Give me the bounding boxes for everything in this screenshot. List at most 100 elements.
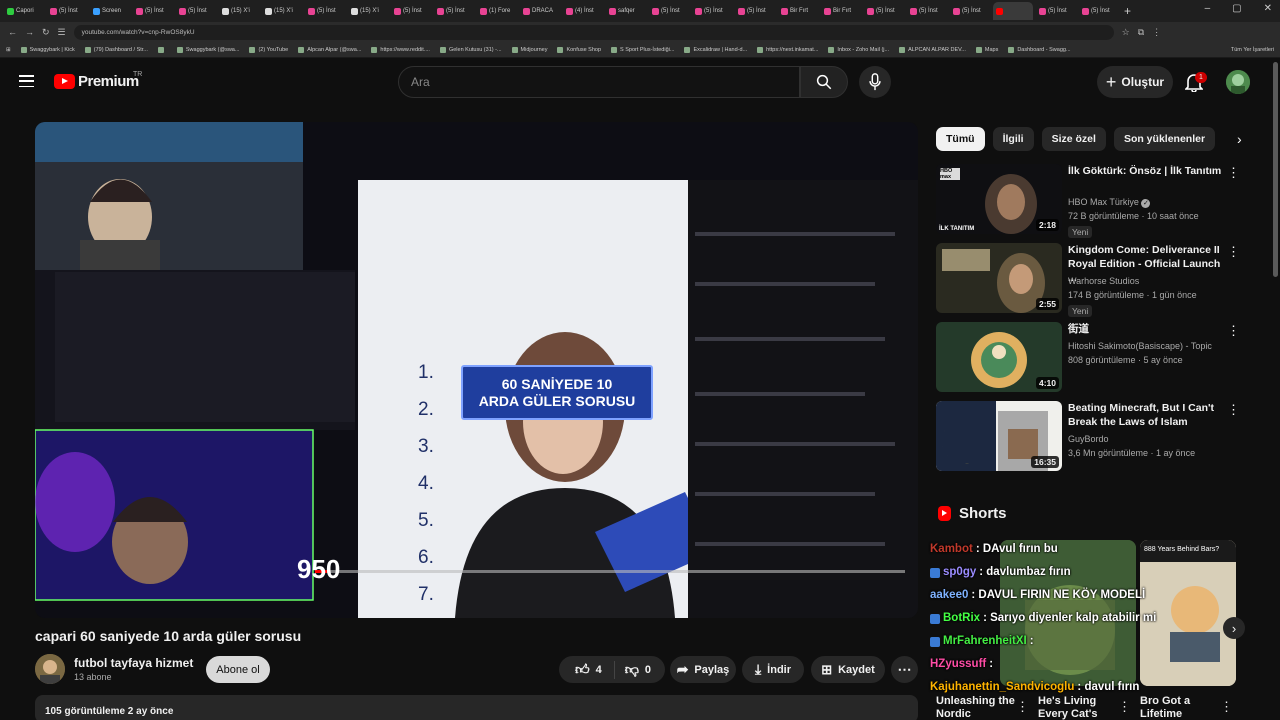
channel-avatar[interactable]: [35, 654, 65, 684]
short-title-2[interactable]: He's Living Every Cat's: [1038, 695, 1128, 720]
bookmark-item[interactable]: Swaggybark | Kick: [20, 46, 75, 53]
video-thumbnail[interactable]: 4:10: [936, 322, 1062, 392]
bookmark-item[interactable]: Dashboard - Swagg...: [1008, 46, 1071, 53]
channel-name[interactable]: futbol tayfaya hizmet: [74, 656, 193, 670]
close-icon[interactable]: ✕: [1264, 3, 1272, 14]
short-kebab-icon[interactable]: ⋮: [1220, 699, 1233, 715]
extensions-icon[interactable]: ⧉: [1138, 27, 1144, 38]
recommended-video[interactable]: 16:35 Beating Minecraft, But I Can't Brea…: [936, 401, 1240, 471]
browser-tab[interactable]: Screen: [90, 2, 130, 20]
browser-tab[interactable]: (5) İnst: [950, 2, 990, 20]
bookmark-item[interactable]: Excalidraw | Hand-d...: [684, 46, 747, 53]
video-thumbnail[interactable]: HBO max İLK TANITIM 2:18: [936, 164, 1062, 234]
bookmark-item[interactable]: S Sport Plus-İstediği...: [611, 46, 674, 53]
more-vert-icon[interactable]: ⋮: [1227, 324, 1240, 337]
share-button[interactable]: ➦ Paylaş: [670, 656, 736, 683]
bookmark-item[interactable]: (2) YouTube: [249, 46, 288, 53]
bookmark-item[interactable]: ALPCAN ALPAR DEV...: [899, 46, 966, 53]
browser-tab[interactable]: (15) X'i: [348, 2, 388, 20]
browser-tab[interactable]: safqer: [606, 2, 646, 20]
short-kebab-icon[interactable]: ⋮: [1118, 699, 1131, 715]
browser-tab[interactable]: (5) İnst: [864, 2, 904, 20]
filter-chip[interactable]: Tümü: [936, 127, 985, 151]
browser-tab[interactable]: (15) X'i: [262, 2, 302, 20]
create-button[interactable]: + Oluştur: [1097, 66, 1173, 98]
description-box[interactable]: 105 görüntüleme 2 ay önce: [35, 695, 918, 720]
new-tab-button[interactable]: +: [1124, 4, 1131, 18]
back-icon[interactable]: ←: [8, 27, 17, 37]
more-vert-icon[interactable]: ⋮: [1227, 166, 1240, 179]
dislike-button[interactable]: 👎︎ 0: [615, 661, 661, 678]
reload-icon[interactable]: ↻: [42, 27, 50, 38]
bookmark-item[interactable]: (79) Dashboard / Str...: [84, 46, 148, 53]
bookmark-item[interactable]: Gelen Kutusu (31) -...: [439, 46, 502, 53]
video-player[interactable]: 950 60 SANİYEDE 10 ARDA GÜLER SORUSU 1. 2…: [35, 122, 918, 618]
shorts-next-button[interactable]: ›: [1223, 617, 1245, 639]
browser-tab[interactable]: Bir Fırt: [778, 2, 818, 20]
download-button[interactable]: ⤓ İndir: [742, 656, 804, 683]
short-title-1[interactable]: Unleashing the Nordic: [936, 695, 1026, 720]
youtube-logo[interactable]: Premium TR: [54, 71, 142, 90]
page-scrollbar[interactable]: [1273, 62, 1278, 277]
short-title-3[interactable]: Bro Got a Lifetime: [1140, 695, 1230, 720]
hamburger-menu-icon[interactable]: [19, 75, 34, 87]
browser-tab[interactable]: (5) İnst: [649, 2, 689, 20]
browser-tab[interactable]: (1) Fore: [477, 2, 517, 20]
browser-tab[interactable]: Bir Fırt: [821, 2, 861, 20]
apps-icon[interactable]: ⊞: [6, 47, 11, 53]
forward-icon[interactable]: →: [25, 27, 34, 37]
voice-search-button[interactable]: [859, 66, 891, 98]
bookmark-item[interactable]: Inbox - Zoho Mail (j...: [828, 46, 889, 53]
browser-tab[interactable]: (5) İnst: [176, 2, 216, 20]
menu-icon[interactable]: ⋮: [1152, 27, 1161, 38]
video-thumbnail[interactable]: 2:55: [936, 243, 1062, 313]
browser-tab[interactable]: (4) İnst: [563, 2, 603, 20]
browser-tab[interactable]: (5) İnst: [305, 2, 345, 20]
filter-chip[interactable]: Son yüklenenler: [1113, 127, 1216, 151]
more-actions-button[interactable]: ⋯: [891, 656, 918, 683]
browser-tab[interactable]: (5) İnst: [907, 2, 947, 20]
browser-tab[interactable]: (5) İnst: [735, 2, 775, 20]
search-button[interactable]: [800, 66, 848, 98]
browser-tab[interactable]: [993, 2, 1033, 20]
bookmark-item[interactable]: Maps: [975, 46, 998, 53]
recommended-video[interactable]: 2:55 Kingdom Come: Deliverance II Royal E…: [936, 243, 1240, 317]
bookmark-item[interactable]: Swaggybark (@swa...: [176, 46, 239, 53]
more-vert-icon[interactable]: ⋮: [1227, 403, 1240, 416]
recommended-video[interactable]: 4:10 街道 Hitoshi Sakimoto(Basiscape) - Topi…: [936, 322, 1240, 392]
bookmark-item[interactable]: Konfuse Shop: [557, 46, 601, 53]
recommended-video[interactable]: HBO max İLK TANITIM 2:18 İlk Göktürk: Önsöz…: [936, 164, 1240, 238]
browser-tab[interactable]: (15) X'i: [219, 2, 259, 20]
more-vert-icon[interactable]: ⋮: [1227, 245, 1240, 258]
bookmark-item[interactable]: Midjourney: [511, 46, 547, 53]
browser-tab[interactable]: (5) İnst: [391, 2, 431, 20]
bookmark-item[interactable]: Alpcan Alpar (@swa...: [298, 46, 361, 53]
browser-tab[interactable]: (5) İnst: [133, 2, 173, 20]
bookmark-item[interactable]: [157, 46, 167, 53]
minimize-icon[interactable]: –: [1205, 3, 1211, 14]
browser-tab[interactable]: (5) İnst: [1079, 2, 1119, 20]
search-input[interactable]: Ara: [398, 66, 800, 98]
all-bookmarks-link[interactable]: Tüm Yer İşaretleri: [1231, 47, 1274, 53]
filter-chip[interactable]: Size özel: [1041, 127, 1106, 151]
bookmark-item[interactable]: https://www.reddit....: [371, 46, 430, 53]
url-field[interactable]: youtube.com/watch?v=cnp-RwOS8ykU: [73, 24, 1114, 40]
short-kebab-icon[interactable]: ⋮: [1016, 699, 1029, 715]
subscribe-button[interactable]: Abone ol: [206, 656, 270, 683]
video-thumbnail[interactable]: 16:35: [936, 401, 1062, 471]
browser-tab[interactable]: (5) İnst: [1036, 2, 1076, 20]
like-button[interactable]: 👍︎ 4: [563, 660, 615, 679]
browser-tab[interactable]: Capori: [4, 2, 44, 20]
chips-next-icon[interactable]: ›: [1237, 131, 1242, 147]
save-button[interactable]: ⊞ Kaydet: [811, 656, 885, 683]
browser-tab[interactable]: (5) İnst: [692, 2, 732, 20]
browser-tab[interactable]: DRACA: [520, 2, 560, 20]
maximize-icon[interactable]: ▢: [1232, 3, 1241, 14]
bookmark-star-icon[interactable]: ☆: [1122, 27, 1130, 38]
site-info-icon[interactable]: ☰: [58, 27, 66, 38]
browser-tab[interactable]: (5) İnst: [434, 2, 474, 20]
bookmark-item[interactable]: https://next.inkamat...: [757, 46, 818, 53]
browser-tab[interactable]: (5) İnst: [47, 2, 87, 20]
filter-chip[interactable]: İlgili: [992, 127, 1034, 151]
account-avatar[interactable]: [1226, 70, 1250, 94]
